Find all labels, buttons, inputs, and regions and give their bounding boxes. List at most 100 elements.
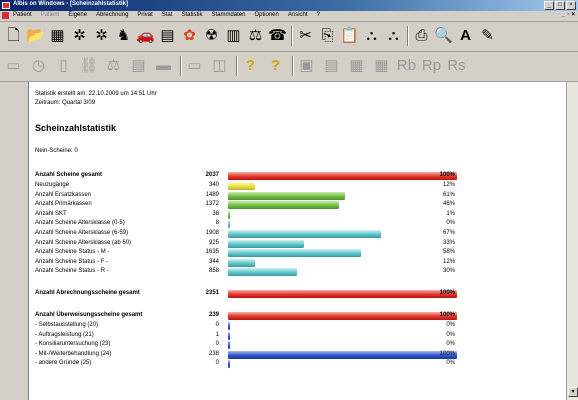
row-percent: 0%	[446, 341, 455, 348]
row-value: 238	[208, 350, 219, 357]
window-title: Albis on Windows - [Scheinzahlstatistik]	[13, 1, 128, 7]
grid-icon[interactable]: ▦	[48, 26, 67, 45]
rb-icon[interactable]: Rb	[397, 56, 416, 75]
vertical-scrollbar[interactable]: ▾	[566, 82, 578, 400]
row-bar	[228, 341, 230, 350]
scale2-icon[interactable]: ⚖	[104, 56, 123, 75]
row-label: Anzahl Scheine Status - M -	[35, 249, 110, 256]
menu-item--[interactable]: ?	[317, 12, 320, 18]
document-icon[interactable]	[2, 12, 9, 19]
book-icon[interactable]: ▯	[54, 56, 73, 75]
mdi-restore-button[interactable]: ▫	[567, 12, 569, 18]
grid3-icon[interactable]: ▦	[372, 56, 391, 75]
rp-icon[interactable]: Rp	[422, 56, 441, 75]
row-label: - Auftragsleistung (21)	[35, 331, 94, 338]
row-bar	[228, 191, 345, 200]
flower-icon[interactable]: ✿	[180, 26, 199, 45]
binoculars-icon[interactable]: ⛬	[362, 26, 381, 45]
radiation-icon[interactable]: ☢	[202, 26, 221, 45]
menu-item-stammdaten[interactable]: Stammdaten	[211, 12, 245, 18]
row-value: 340	[208, 182, 219, 188]
report-view: Statistik erstellt am: 22.10.2009 um 14:…	[28, 82, 567, 400]
row-bar	[228, 182, 255, 190]
menu-item-statistik[interactable]: Statistik	[181, 12, 202, 18]
person-icon[interactable]: ♞	[114, 26, 133, 45]
row-value: 1908	[205, 230, 219, 236]
table-row: - Konsiliaruntersuchung (23) 0 0%	[29, 340, 567, 350]
row-value: 8	[215, 220, 219, 227]
row-value: 2351	[205, 290, 219, 296]
secondary-toolbar: ▭ ◷ ▯ ⛓ ⚖ ▤ ▬ ▭ ◫?? ▣ ▤ ▦ ▦ Rb Rp Rs	[0, 52, 578, 82]
row-percent: 61%	[442, 191, 455, 198]
help2-icon[interactable]: ?	[266, 56, 285, 75]
form-icon[interactable]: ▭	[4, 56, 23, 75]
row-label: Neuzugänge	[35, 182, 70, 188]
link-icon[interactable]: ⛓	[79, 56, 98, 75]
row-bar	[228, 258, 255, 267]
doc-icon[interactable]: ▤	[322, 56, 341, 75]
minimize-button[interactable]: _	[544, 1, 554, 10]
binoculars2-icon[interactable]: ⛬	[384, 26, 403, 45]
highlight-icon[interactable]: ✎	[478, 26, 497, 45]
maximize-button[interactable]: □	[555, 1, 565, 10]
row-label: Anzahl Scheine Status - F -	[35, 258, 109, 265]
notepad-icon[interactable]: ▥	[224, 26, 243, 45]
table-row: Neuzugänge 340 12%	[29, 181, 567, 191]
menu-item-optionen[interactable]: Optionen	[255, 12, 279, 18]
copy-icon[interactable]: ⎘	[318, 26, 337, 45]
menu-item-patient[interactable]: Patient	[41, 12, 60, 18]
table-icon[interactable]: ▤	[129, 56, 148, 75]
save-icon[interactable]: ▣	[297, 56, 316, 75]
new-document-icon[interactable]: 🗋	[4, 26, 23, 45]
rrs-icon[interactable]: Rs	[447, 56, 466, 75]
row-percent: 46%	[442, 201, 455, 208]
grid2-icon[interactable]: ▦	[347, 56, 366, 75]
clock-icon[interactable]: ◷	[29, 56, 48, 75]
close-button[interactable]: ×	[566, 1, 576, 10]
row-value: 344	[208, 258, 219, 265]
row-value: 1635	[205, 249, 219, 256]
cut-icon[interactable]: ✂	[296, 26, 315, 45]
table-row: Anzahl SKT 38 1%	[29, 210, 567, 220]
title-bar: Albis on Windows - [Scheinzahlstatistik]…	[0, 0, 578, 11]
row-percent: 0%	[446, 331, 455, 338]
row-value: 1372	[205, 201, 219, 208]
bed-icon[interactable]: ▬	[154, 56, 173, 75]
phone-icon[interactable]: ☎	[268, 26, 287, 45]
print-icon[interactable]: ⎙	[412, 26, 431, 45]
row-bar	[228, 312, 457, 320]
menu-item-privat[interactable]: Privat	[137, 12, 152, 18]
print-preview-icon[interactable]: 🔍	[434, 26, 453, 45]
puzzle-icon[interactable]: ✲	[70, 26, 89, 45]
rect-icon[interactable]: ▭	[185, 56, 204, 75]
menu-item-patient[interactable]: Patient	[13, 12, 32, 18]
row-value: 858	[208, 268, 219, 275]
row-bar	[228, 230, 381, 238]
menu-item-eigene[interactable]: Eigene	[68, 12, 87, 18]
font-icon[interactable]: A	[456, 26, 475, 45]
puzzle2-icon[interactable]: ✲	[92, 26, 111, 45]
paste-icon[interactable]: 📋	[340, 26, 359, 45]
scale-icon[interactable]: ⚖	[246, 26, 265, 45]
open-folder-icon[interactable]: 📂	[26, 26, 45, 45]
scroll-down-button[interactable]: ▾	[568, 387, 578, 397]
row-bar	[228, 290, 457, 298]
menu-item-abrechnung[interactable]: Abrechnung	[96, 12, 128, 18]
row-bar	[228, 220, 230, 229]
car-icon[interactable]: 🚗	[136, 26, 155, 45]
calendar-icon[interactable]: ▤	[158, 26, 177, 45]
menu-item-ansicht[interactable]: Ansicht	[288, 12, 308, 18]
help-icon[interactable]: ?	[241, 56, 260, 75]
row-percent: 100%	[439, 172, 455, 178]
table-row: Anzahl Ersatzkassen 1489 61%	[29, 191, 567, 201]
row-value: 0	[215, 322, 219, 328]
mdi-minimize-button[interactable]: _	[562, 12, 565, 18]
table-row: Anzahl Überweisungsscheine gesamt 239 100%	[29, 311, 567, 321]
row-value: 239	[208, 312, 219, 318]
row-percent: 100%	[439, 312, 455, 318]
row-label: Anzahl Scheine Altersklasse (0-5)	[35, 220, 125, 227]
split-icon[interactable]: ◫	[210, 56, 229, 75]
table-row: Anzahl Abrechnungsscheine gesamt 2351 100%	[29, 289, 567, 299]
menu-item-stat[interactable]: Stat	[162, 12, 173, 18]
mdi-close-button[interactable]: ×	[571, 12, 575, 18]
